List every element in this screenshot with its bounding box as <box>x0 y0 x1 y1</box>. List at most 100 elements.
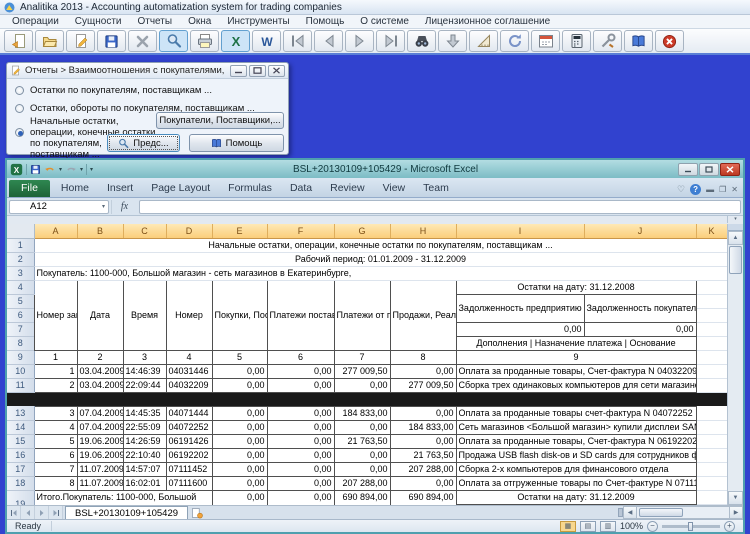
sheet-nav-last-button[interactable] <box>49 506 63 519</box>
cell[interactable]: Задолженность покупателю, поставщику <box>584 294 696 322</box>
cell[interactable]: 07.04.2009 <box>77 406 123 420</box>
cell[interactable]: 11.07.2009 <box>77 476 123 490</box>
select-all-corner[interactable] <box>7 224 34 238</box>
horizontal-scrollbar[interactable] <box>637 506 729 519</box>
cell[interactable]: 1 <box>34 350 77 364</box>
calendar-button[interactable] <box>531 30 560 52</box>
excel-restore-button[interactable] <box>699 163 719 176</box>
row-header[interactable]: 15 <box>7 434 34 448</box>
cell[interactable]: Продажа USB flash disk-ов и SD cards для… <box>456 448 696 462</box>
cell[interactable]: 0,00 <box>334 448 390 462</box>
view-normal-button[interactable]: ▦ <box>560 521 576 532</box>
cell[interactable]: 03.04.2009 <box>77 378 123 392</box>
cell[interactable]: 11.07.2009 <box>77 462 123 476</box>
cell[interactable]: 07.04.2009 <box>77 420 123 434</box>
binoculars-button[interactable] <box>407 30 436 52</box>
row-header[interactable]: 2 <box>7 252 34 266</box>
zoom-slider-thumb[interactable] <box>688 522 693 531</box>
cell[interactable]: 6 <box>34 448 77 462</box>
radio-option-balances[interactable]: Остатки по покупателям, поставщикам ... <box>15 85 212 96</box>
cell[interactable]: Сборка 2-х компьютеров для финансового о… <box>456 462 696 476</box>
row-header[interactable]: 4 <box>7 280 34 294</box>
cell[interactable] <box>696 280 727 294</box>
nav-prev-button[interactable] <box>314 30 343 52</box>
column-header-I[interactable]: I <box>456 224 584 238</box>
cell[interactable]: 0,00 <box>390 406 456 420</box>
cell[interactable]: 277 009,50 <box>390 378 456 392</box>
ribbon-tab-file[interactable]: File <box>9 180 50 197</box>
row-header[interactable]: 19 <box>7 490 34 505</box>
cell[interactable] <box>390 504 456 505</box>
partners-button[interactable]: Покупатели, Поставщики,... <box>156 112 284 129</box>
cell[interactable]: Рабочий период: 01.01.2009 - 31.12.2009 <box>34 252 727 266</box>
cell[interactable]: 0,00 <box>584 322 696 336</box>
cell[interactable] <box>696 490 727 504</box>
excel-minimize-button[interactable] <box>678 163 698 176</box>
cell[interactable]: 0,00 <box>212 406 267 420</box>
horizontal-scrollbar-thumb[interactable] <box>639 508 683 517</box>
cell[interactable]: 2 <box>34 378 77 392</box>
column-header-C[interactable]: C <box>123 224 166 238</box>
sheet-nav-first-button[interactable] <box>7 506 21 519</box>
cell[interactable]: Время <box>123 280 166 350</box>
cell[interactable] <box>696 336 727 350</box>
menu-item-6[interactable]: О системе <box>352 16 417 27</box>
cell[interactable]: Сборка трех одинаковых компьютеров для с… <box>456 378 696 392</box>
help-button[interactable]: Помощь <box>189 134 284 152</box>
scroll-down-icon[interactable]: ▼ <box>728 491 743 505</box>
cell[interactable]: 3 <box>123 350 166 364</box>
cell[interactable]: 3 <box>34 406 77 420</box>
view-page-break-button[interactable]: ▥ <box>600 521 616 532</box>
cell[interactable]: 0,00 <box>212 378 267 392</box>
row-header[interactable]: 13 <box>7 406 34 420</box>
dialog-close-button[interactable] <box>268 65 285 77</box>
cell[interactable]: 277 009,50 <box>334 364 390 378</box>
save-icon[interactable] <box>30 164 41 175</box>
nav-last-button[interactable] <box>376 30 405 52</box>
cell[interactable]: 0,00 <box>212 448 267 462</box>
dialog-maximize-button[interactable] <box>249 65 266 77</box>
column-header-G[interactable]: G <box>334 224 390 238</box>
cell[interactable]: 184 833,00 <box>390 420 456 434</box>
cell[interactable] <box>696 294 727 308</box>
row-header[interactable]: 17 <box>7 462 34 476</box>
cell[interactable]: Дата <box>77 280 123 350</box>
help-icon[interactable]: ? <box>690 184 701 195</box>
cell[interactable] <box>696 448 727 462</box>
cell[interactable]: 04031446 <box>166 364 212 378</box>
ribbon-tab-home[interactable]: Home <box>52 180 98 197</box>
cell[interactable]: 0,00 <box>390 364 456 378</box>
workbook-restore-icon[interactable]: ❐ <box>719 185 726 194</box>
name-box[interactable]: A12 ▾ <box>9 200 109 214</box>
cell[interactable]: 0,00 <box>212 364 267 378</box>
undo-dropdown-icon[interactable]: ▾ <box>59 166 62 173</box>
column-header-H[interactable]: H <box>390 224 456 238</box>
cell[interactable]: 07111452 <box>166 462 212 476</box>
scroll-up-icon[interactable]: ▲ <box>728 231 743 245</box>
cell[interactable]: магазин - сеть магазинов в Екатеринбурге <box>34 504 212 505</box>
print-button[interactable] <box>190 30 219 52</box>
save-button[interactable] <box>97 30 126 52</box>
cell[interactable]: 0,00 <box>267 462 334 476</box>
sheet-nav-next-button[interactable] <box>35 506 49 519</box>
export-excel-button[interactable]: X <box>221 30 250 52</box>
cell[interactable]: 0,00 <box>267 364 334 378</box>
cell[interactable]: Задолженность предприятию <box>456 294 584 322</box>
close-red-button[interactable] <box>655 30 684 52</box>
cell[interactable]: 207 288,00 <box>390 462 456 476</box>
cell[interactable]: 07111600 <box>166 476 212 490</box>
row-header[interactable]: 6 <box>7 308 34 322</box>
cell[interactable]: 0,00 <box>390 476 456 490</box>
cell[interactable]: Остатки на дату: 31.12.2009 <box>456 490 696 504</box>
insert-worksheet-button[interactable] <box>188 506 206 519</box>
cell[interactable] <box>334 504 390 505</box>
cell[interactable]: Задолженность предприятию <box>456 504 584 505</box>
cell[interactable]: Продажи, Реализация <box>390 280 456 350</box>
cell[interactable]: 0,00 <box>267 448 334 462</box>
cell[interactable] <box>696 504 727 505</box>
cell[interactable]: 14:45:35 <box>123 406 166 420</box>
menu-item-0[interactable]: Операции <box>4 16 67 27</box>
cell[interactable]: 8 <box>390 350 456 364</box>
delete-button[interactable] <box>128 30 157 52</box>
menu-item-2[interactable]: Отчеты <box>129 16 180 27</box>
